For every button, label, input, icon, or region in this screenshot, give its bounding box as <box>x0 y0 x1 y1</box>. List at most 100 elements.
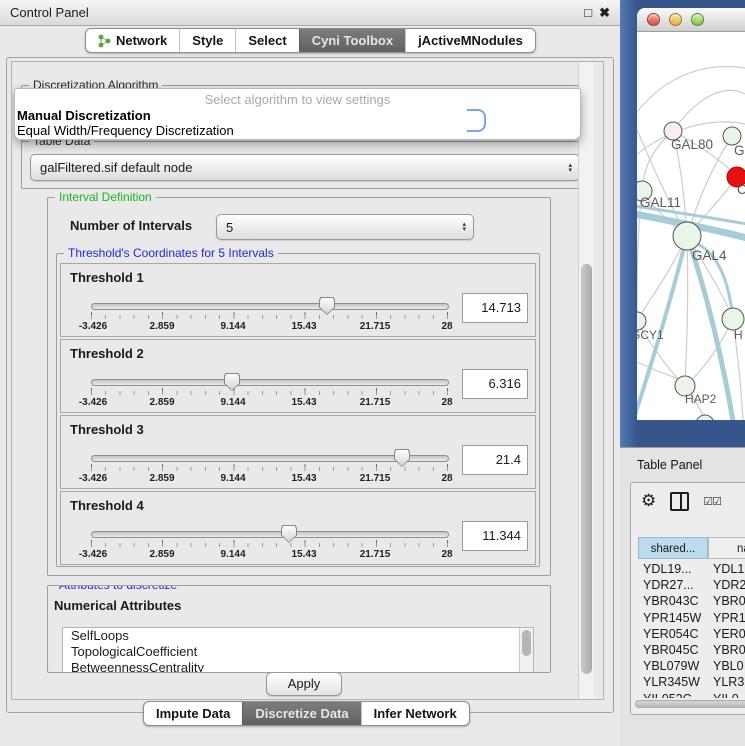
table-toolbar: ⚙ ☑☑ <box>631 483 745 519</box>
network-graph <box>637 32 745 420</box>
table-panel: Table Panel ⚙ ☑☑ shared... na YDL19...YD… <box>620 447 745 746</box>
attributes-list-scrollbar[interactable] <box>519 628 533 673</box>
table-row[interactable]: YBL079WYBL0 <box>638 658 745 674</box>
column-header-name[interactable]: na <box>708 537 745 559</box>
control-panel-titlebar: Control Panel □ ✖ <box>0 0 620 26</box>
tab-infer-network[interactable]: Infer Network <box>361 702 469 725</box>
table-panel-title: Table Panel <box>637 458 702 472</box>
tab-network[interactable]: Network <box>86 29 179 52</box>
table-row[interactable]: YPR145WYPR1 <box>638 610 745 626</box>
column-header-shared-name[interactable]: shared... <box>638 537 708 559</box>
table-header: shared... na <box>638 537 745 560</box>
tab-select[interactable]: Select <box>235 29 298 52</box>
panel-vertical-scrollbar[interactable] <box>578 62 594 699</box>
slider-ticks <box>91 543 448 547</box>
threshold-2-label: Threshold 2 <box>70 346 144 361</box>
threshold-1-row: Threshold 1 -3.426 2.859 9.144 15.43 <box>60 263 536 337</box>
tab-impute-data[interactable]: Impute Data <box>144 702 242 725</box>
table-body: YDL19...YDL1 YDR27...YDR2 YBR043CYBR0 YP… <box>638 561 745 698</box>
slider-ticks <box>91 467 448 471</box>
apply-button[interactable]: Apply <box>266 672 342 696</box>
threshold-4-slider[interactable] <box>91 531 449 538</box>
zoom-traffic-light[interactable] <box>691 13 704 26</box>
threshold-3-label: Threshold 3 <box>70 422 144 437</box>
close-traffic-light[interactable] <box>647 13 660 26</box>
thresholds-group: Threshold's Coordinates for 5 Intervals … <box>56 253 540 567</box>
panel-title: Control Panel <box>0 5 89 20</box>
tab-jactivemnodules[interactable]: jActiveMNodules <box>405 29 535 52</box>
table-data-value: galFiltered.sif default node <box>40 160 192 175</box>
close-icon[interactable]: ✖ <box>599 0 610 25</box>
table-horizontal-scrollbar[interactable] <box>635 699 745 709</box>
list-item[interactable]: TopologicalCoefficient <box>63 644 533 660</box>
network-canvas[interactable]: GAL80 G C GAL11 GAL4 GCY1 H HAP2 <box>637 32 745 420</box>
node-label: G <box>734 143 745 158</box>
threshold-3-slider[interactable] <box>91 455 449 462</box>
control-panel-tab-bar: Network Style Select Cyni Toolbox jActiv… <box>85 28 536 53</box>
algorithm-placeholder: Select algorithm to view settings <box>15 89 580 108</box>
cyni-bottom-tab-bar: Impute Data Discretize Data Infer Networ… <box>143 701 470 726</box>
node-label: GCY1 <box>637 328 664 342</box>
tab-cyni-toolbox[interactable]: Cyni Toolbox <box>299 29 405 52</box>
table-panel-box: ⚙ ☑☑ shared... na YDL19...YDL1 YDR27...Y… <box>630 482 745 715</box>
table-data-combobox[interactable]: galFiltered.sif default node ▴▾ <box>30 154 580 181</box>
thresholds-group-label: Threshold's Coordinates for 5 Intervals <box>64 246 278 260</box>
algorithm-option-manual[interactable]: Manual Discretization <box>15 108 580 123</box>
algorithm-option-equal-width[interactable]: Equal Width/Frequency Discretization <box>15 123 580 138</box>
interval-definition-group: Interval Definition Number of Intervals … <box>47 197 551 576</box>
node-label: GAL4 <box>692 248 727 263</box>
node-label: C <box>737 182 745 197</box>
threshold-2-slider[interactable] <box>91 379 449 386</box>
network-window-titlebar[interactable] <box>637 8 745 32</box>
slider-ticks <box>91 391 448 395</box>
table-data-group: Table Data galFiltered.sif default node … <box>21 141 589 189</box>
float-icon[interactable]: □ <box>584 0 592 25</box>
table-row[interactable]: YLR345WYLR3 <box>638 674 745 690</box>
table-row[interactable]: YBR045CYBR0 <box>638 642 745 658</box>
number-of-intervals-label: Number of Intervals <box>70 218 192 233</box>
number-of-intervals-combobox[interactable]: 5 ▴▾ <box>216 214 474 240</box>
threshold-1-label: Threshold 1 <box>70 270 144 285</box>
spinner-arrows-icon: ▴▾ <box>568 163 572 173</box>
attributes-group: Attributes to discretize Numerical Attri… <box>47 585 551 673</box>
control-panel: Control Panel □ ✖ Network Style <box>0 0 620 745</box>
network-window: GAL80 G C GAL11 GAL4 GCY1 H HAP2 <box>637 8 745 420</box>
table-row[interactable]: YDR27...YDR2 <box>638 577 745 593</box>
algorithm-dropdown-popup: Select algorithm to view settings Manual… <box>14 88 581 140</box>
threshold-4-row: Threshold 4 -3.426 2.859 9.144 15.43 <box>60 491 536 565</box>
tab-style[interactable]: Style <box>179 29 235 52</box>
minimize-traffic-light[interactable] <box>669 13 682 26</box>
numerical-attributes-list: SelfLoops TopologicalCoefficient Between… <box>62 627 534 673</box>
threshold-3-value-field[interactable]: 21.4 <box>462 445 528 475</box>
tab-network-label: Network <box>116 33 167 48</box>
number-of-intervals-value: 5 <box>226 220 233 235</box>
discretize-scroll-area: Discretization Algorithm Select algorith… <box>11 61 604 700</box>
tab-discretize-data[interactable]: Discretize Data <box>242 702 360 725</box>
network-icon <box>98 34 111 48</box>
spinner-arrows-icon: ▴▾ <box>462 222 466 232</box>
network-view-frame: GAL80 G C GAL11 GAL4 GCY1 H HAP2 <box>620 0 745 447</box>
split-view-icon[interactable] <box>670 492 689 511</box>
gear-icon[interactable]: ⚙ <box>641 491 656 511</box>
node-label: GAL80 <box>671 137 713 152</box>
interval-definition-label: Interval Definition <box>55 190 156 204</box>
threshold-1-slider[interactable] <box>91 303 449 310</box>
threshold-1-value-field[interactable]: 14.713 <box>462 293 528 323</box>
threshold-2-value-field[interactable]: 6.316 <box>462 369 528 399</box>
attributes-group-label: Attributes to discretize <box>55 585 181 592</box>
threshold-4-value-field[interactable]: 11.344 <box>462 521 528 551</box>
select-columns-icon[interactable]: ☑☑ <box>703 495 721 508</box>
slider-ticks <box>91 315 448 319</box>
threshold-4-label: Threshold 4 <box>70 498 144 513</box>
node-label: H <box>734 328 743 342</box>
node-label: HAP2 <box>685 392 716 406</box>
algorithm-combo-focus-fragment <box>467 109 486 132</box>
node-label: GAL11 <box>640 195 681 210</box>
list-item[interactable]: SelfLoops <box>63 628 533 644</box>
table-row[interactable]: YDL19...YDL1 <box>638 561 745 577</box>
table-row[interactable]: YER054CYER0 <box>638 626 745 642</box>
threshold-3-row: Threshold 3 -3.426 2.859 9.144 15.43 <box>60 415 536 489</box>
table-row[interactable]: YIL052CYIL0 <box>638 691 745 699</box>
threshold-2-row: Threshold 2 -3.426 2.859 9.144 15.43 <box>60 339 536 413</box>
table-row[interactable]: YBR043CYBR0 <box>638 593 745 609</box>
